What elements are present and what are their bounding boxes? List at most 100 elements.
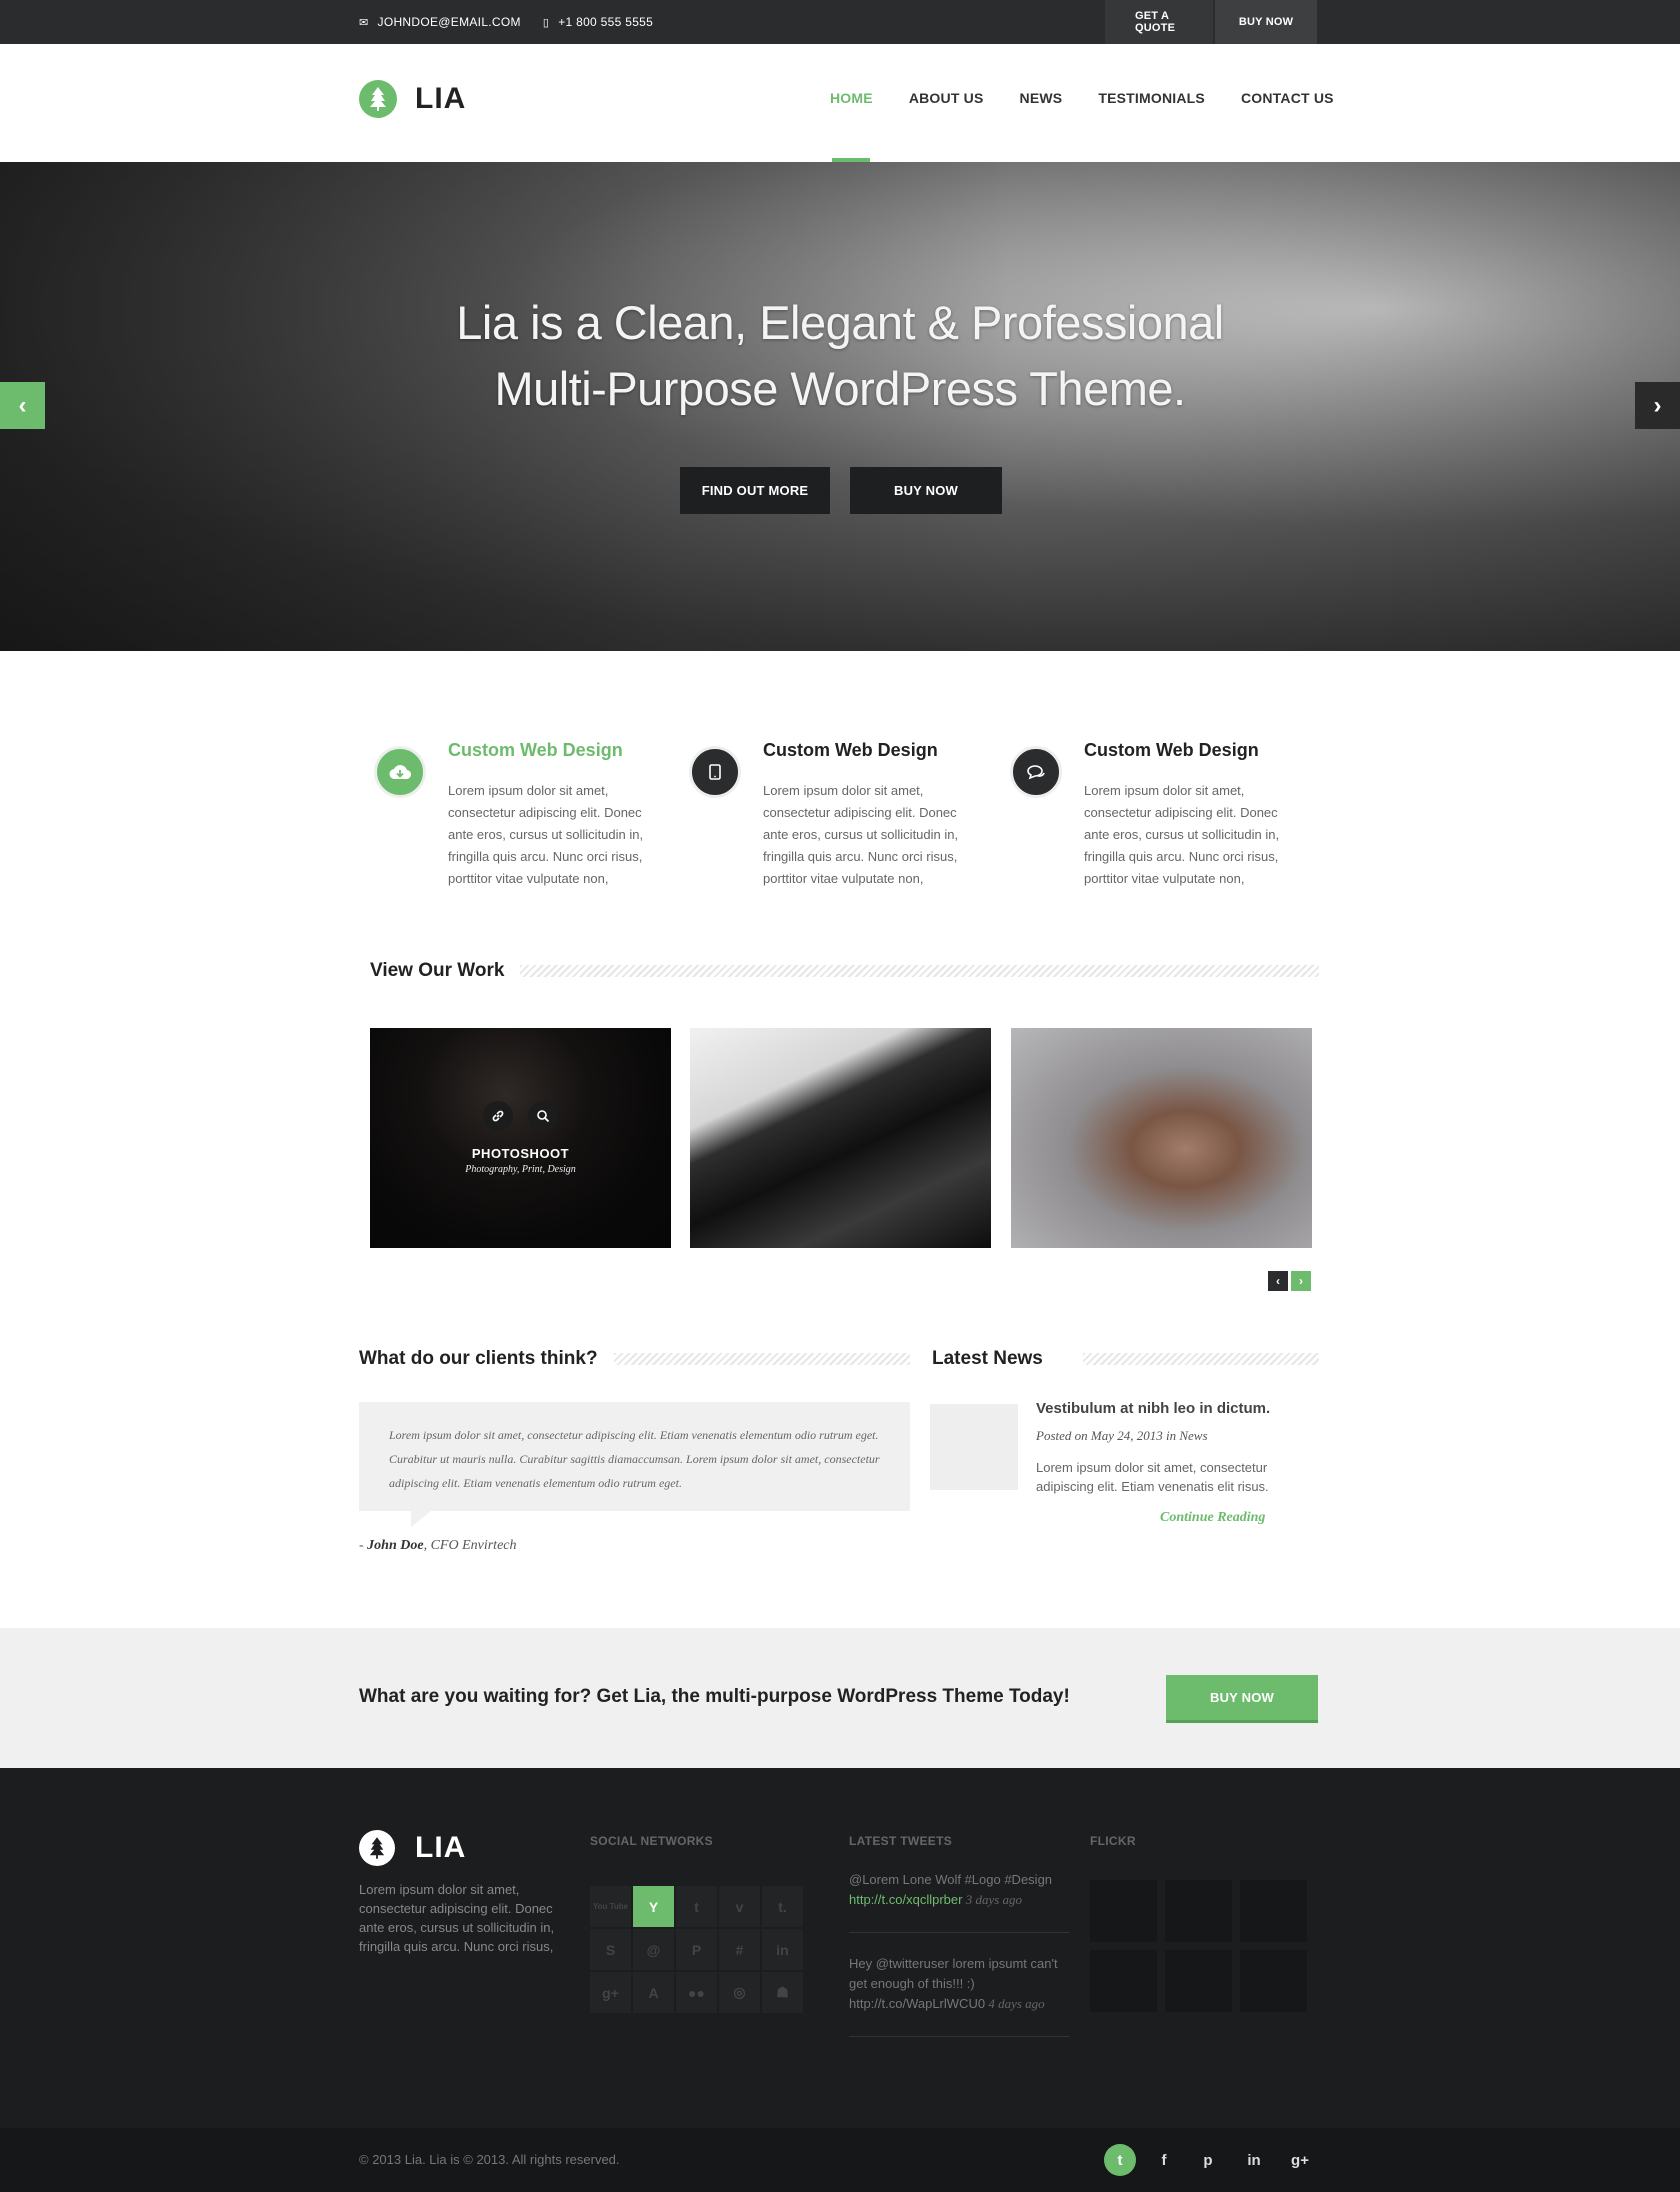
tumblr-alt-icon[interactable]: t.: [762, 1886, 803, 1927]
envelope-icon: ✉: [359, 16, 369, 29]
nav-contact-us[interactable]: CONTACT US: [1241, 90, 1334, 106]
top-buy-now-button[interactable]: BUY NOW: [1215, 0, 1317, 44]
tablet-icon: [689, 746, 741, 798]
reddit-icon[interactable]: @: [633, 1929, 674, 1970]
flickr-thumb[interactable]: [1240, 1950, 1307, 2012]
flickr-thumb[interactable]: [1165, 1880, 1232, 1942]
work-heading-stripe: [520, 965, 1319, 977]
portfolio-item-1-overlay: [370, 1028, 671, 1248]
portfolio-item-1-title: PHOTOSHOOT: [471, 1146, 570, 1161]
top-phone-text: +1 800 555 5555: [558, 15, 654, 29]
chevron-left-icon: ‹: [1276, 1274, 1280, 1288]
tweet-1-link[interactable]: http://t.co/xqcllprber: [849, 1892, 962, 1907]
top-email[interactable]: ✉ JOHNDOE@EMAIL.COM: [359, 15, 521, 29]
tweet-1-text: @Lorem Lone Wolf #Logo #Design: [849, 1872, 1053, 1887]
tweet-1-time: 3 days ago: [962, 1892, 1023, 1907]
cta-band: What are you waiting for? Get Lia, the m…: [0, 1628, 1680, 1768]
portfolio-item-3[interactable]: [1011, 1028, 1312, 1248]
search-icon[interactable]: [528, 1101, 558, 1131]
skype-icon[interactable]: S: [590, 1929, 631, 1970]
testimonials-heading-stripe: [613, 1353, 910, 1365]
flickr-thumb[interactable]: [1165, 1950, 1232, 2012]
testimonials-heading: What do our clients think?: [359, 1348, 910, 1370]
feature-1-text: Lorem ipsum dolor sit amet, consectetur …: [448, 783, 644, 886]
tumblr-icon[interactable]: t: [676, 1886, 717, 1927]
top-contact: ✉ JOHNDOE@EMAIL.COM ▯ +1 800 555 5555: [359, 0, 675, 44]
continue-reading-link[interactable]: Continue Reading: [1160, 1510, 1265, 1526]
aim-icon[interactable]: A: [633, 1972, 674, 2013]
slider-next-button[interactable]: ›: [1635, 382, 1680, 429]
linkedin-icon[interactable]: in: [1238, 2144, 1270, 2176]
cta-buy-now-button[interactable]: BUY NOW: [1166, 1675, 1318, 1723]
logo-text: LIA: [415, 82, 467, 115]
hero-buy-now-button[interactable]: BUY NOW: [850, 467, 1002, 514]
link-icon[interactable]: [483, 1101, 513, 1131]
yahoo-icon[interactable]: Y: [633, 1886, 674, 1927]
portfolio-item-1[interactable]: PHOTOSHOOT Photography, Print, Design: [370, 1028, 671, 1248]
flickr-heading: FLICKR: [1090, 1834, 1136, 1848]
nav-testimonials[interactable]: TESTIMONIALS: [1098, 90, 1205, 106]
portfolio-prev-button[interactable]: ‹: [1268, 1271, 1288, 1291]
news-title[interactable]: Vestibulum at nibh leo in dictum.: [1036, 1400, 1270, 1417]
hero-headline-line2: Multi-Purpose WordPress Theme.: [494, 362, 1186, 415]
cloud-download-icon: [374, 746, 426, 798]
latest-tweets-heading: LATEST TWEETS: [849, 1834, 953, 1848]
myspace-icon[interactable]: #: [719, 1929, 760, 1970]
tweet-2: Hey @twitteruser lorem ipsumt can't get …: [849, 1954, 1069, 2014]
flickr-grid: [1090, 1880, 1307, 2012]
tweet-divider: [849, 2036, 1069, 2037]
nav-home[interactable]: HOME: [830, 90, 873, 106]
chat-icon: [1010, 746, 1062, 798]
get-a-quote-button[interactable]: GET A QUOTE: [1105, 0, 1213, 44]
top-bar: ✉ JOHNDOE@EMAIL.COM ▯ +1 800 555 5555 GE…: [0, 0, 1680, 44]
testimonial-text: Lorem ipsum dolor sit amet, consectetur …: [389, 1428, 880, 1490]
feature-2-title[interactable]: Custom Web Design: [763, 740, 938, 761]
work-heading: View Our Work: [370, 960, 1319, 982]
tree-icon: [359, 1830, 395, 1866]
find-out-more-button[interactable]: FIND OUT MORE: [680, 467, 830, 514]
flickr-thumb[interactable]: [1090, 1950, 1157, 2012]
nav-about-us[interactable]: ABOUT US: [909, 90, 984, 106]
youtube-icon[interactable]: You Tube: [590, 1886, 631, 1927]
header: LIA HOME ABOUT US NEWS TESTIMONIALS CONT…: [0, 44, 1680, 162]
feature-3-title[interactable]: Custom Web Design: [1084, 740, 1259, 761]
news-heading-title: Latest News: [932, 1348, 1043, 1369]
hero-slider: Lia is a Clean, Elegant & Professional M…: [0, 162, 1680, 651]
work-heading-title: View Our Work: [370, 960, 505, 981]
flickr-thumb[interactable]: [1090, 1880, 1157, 1942]
feature-1-title[interactable]: Custom Web Design: [448, 740, 623, 761]
nav-news[interactable]: NEWS: [1020, 90, 1063, 106]
friends-icon[interactable]: ☗: [762, 1972, 803, 2013]
portfolio-item-2[interactable]: [690, 1028, 991, 1248]
pinterest-icon[interactable]: p: [1192, 2144, 1224, 2176]
feature-2-text: Lorem ipsum dolor sit amet, consectetur …: [763, 783, 959, 886]
bottom-bar: © 2013 Lia. Lia is © 2013. All rights re…: [0, 2128, 1680, 2192]
pinterest-icon[interactable]: P: [676, 1929, 717, 1970]
dribbble-icon[interactable]: ◎: [719, 1972, 760, 2013]
linkedin-icon[interactable]: in: [762, 1929, 803, 1970]
slider-prev-button[interactable]: ‹: [0, 382, 45, 429]
page: ✉ JOHNDOE@EMAIL.COM ▯ +1 800 555 5555 GE…: [0, 0, 1680, 2192]
footer-logo[interactable]: LIA: [359, 1830, 466, 1866]
google-plus-icon[interactable]: g+: [590, 1972, 631, 2013]
tweet-1: @Lorem Lone Wolf #Logo #Design http://t.…: [849, 1870, 1069, 1910]
vimeo-icon[interactable]: v: [719, 1886, 760, 1927]
cta-text: What are you waiting for? Get Lia, the m…: [359, 1686, 1070, 1707]
portfolio-next-button[interactable]: ›: [1291, 1271, 1311, 1291]
flickr-thumb[interactable]: [1240, 1880, 1307, 1942]
logo[interactable]: LIA: [359, 80, 466, 118]
hero-headline-line1: Lia is a Clean, Elegant & Professional: [456, 296, 1224, 349]
tweet-2-link[interactable]: http://t.co/WapLrlWCU0: [849, 1996, 985, 2011]
flickr-icon[interactable]: ●●: [676, 1972, 717, 2013]
chevron-left-icon: ‹: [18, 391, 27, 419]
tree-icon: [359, 80, 397, 118]
news-thumbnail[interactable]: [930, 1404, 1018, 1490]
portfolio-item-1-subtitle: Photography, Print, Design: [465, 1164, 576, 1175]
mobile-icon: ▯: [542, 16, 550, 29]
google-plus-icon[interactable]: g+: [1284, 2144, 1316, 2176]
facebook-icon[interactable]: f: [1148, 2144, 1180, 2176]
twitter-icon[interactable]: t: [1104, 2144, 1136, 2176]
social-networks-heading: SOCIAL NETWORKS: [590, 1834, 713, 1848]
news-heading-stripe: [1082, 1353, 1319, 1365]
footer-about: Lorem ipsum dolor sit amet, consectetur …: [359, 1882, 555, 1954]
